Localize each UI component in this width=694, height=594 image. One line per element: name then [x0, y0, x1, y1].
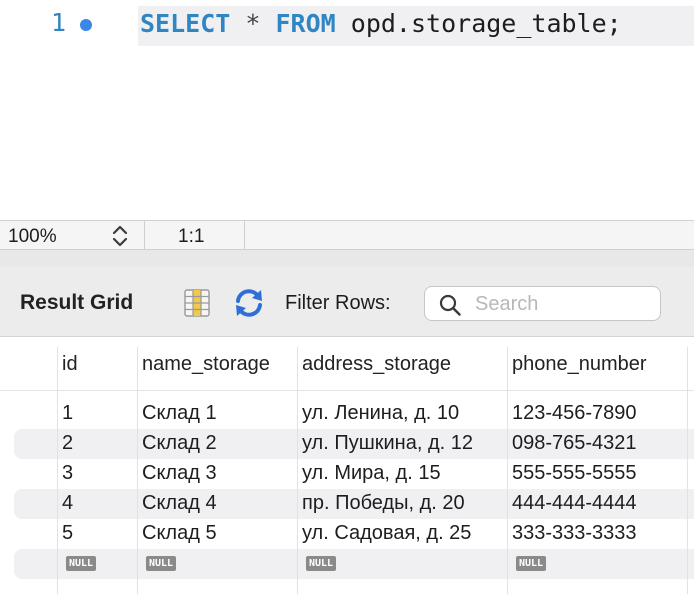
cell-name-storage[interactable]: Склад 1 — [142, 402, 217, 425]
null-badge[interactable]: NULL — [516, 556, 547, 571]
result-grid[interactable]: id name_storage address_storage phone_nu… — [0, 337, 694, 594]
sql-query[interactable]: SELECT * FROM opd.storage_table; — [140, 9, 622, 38]
null-badge[interactable]: NULL — [306, 556, 337, 571]
column-header-name-storage[interactable]: name_storage — [142, 353, 270, 376]
table-row-new[interactable]: NULL NULL NULL NULL — [0, 549, 694, 579]
cell-phone-number[interactable]: 333-333-3333 — [512, 522, 637, 545]
column-header-address-storage[interactable]: address_storage — [302, 353, 451, 376]
cursor-position: 1:1 — [145, 221, 245, 249]
filter-search-input[interactable] — [475, 291, 655, 317]
column-divider[interactable] — [137, 347, 138, 594]
cell-name-storage[interactable]: Склад 2 — [142, 432, 217, 455]
null-badge[interactable]: NULL — [146, 556, 177, 571]
cell-id[interactable]: 4 — [62, 492, 73, 515]
column-header-phone-number[interactable]: phone_number — [512, 353, 647, 376]
column-header-id[interactable]: id — [62, 353, 78, 376]
table-row[interactable]: 3 Склад 3 ул. Мира, д. 15 555-555-5555 — [0, 459, 694, 489]
filter-rows-label: Filter Rows: — [285, 292, 391, 314]
grid-icon[interactable] — [184, 289, 210, 317]
cell-phone-number[interactable]: 098-765-4321 — [512, 432, 637, 455]
cell-id[interactable]: 5 — [62, 522, 73, 545]
chevron-updown-icon[interactable] — [110, 224, 130, 248]
table-identifier: opd.storage_table; — [350, 9, 622, 38]
cell-address-storage[interactable]: ул. Мира, д. 15 — [302, 462, 441, 485]
cell-id[interactable]: 1 — [62, 402, 73, 425]
column-divider[interactable] — [57, 347, 58, 594]
cell-name-storage[interactable]: Склад 4 — [142, 492, 217, 515]
result-grid-tab[interactable]: Result Grid — [20, 291, 133, 315]
cell-id[interactable]: 3 — [62, 462, 73, 485]
cell-address-storage[interactable]: ул. Ленина, д. 10 — [302, 402, 459, 425]
column-divider[interactable] — [507, 347, 508, 594]
refresh-icon[interactable] — [232, 287, 266, 319]
cell-address-storage[interactable]: ул. Пушкина, д. 12 — [302, 432, 473, 455]
filter-search-box[interactable] — [424, 286, 661, 321]
null-badge[interactable]: NULL — [66, 556, 97, 571]
table-row[interactable]: 1 Склад 1 ул. Ленина, д. 10 123-456-7890 — [0, 399, 694, 429]
search-icon — [439, 294, 461, 316]
column-divider[interactable] — [687, 347, 688, 594]
editor-status-bar: 100% 1:1 — [0, 220, 694, 250]
sql-editor[interactable]: 1 SELECT * FROM opd.storage_table; — [0, 0, 694, 220]
table-row[interactable]: 5 Склад 5 ул. Садовая, д. 25 333-333-333… — [0, 519, 694, 549]
row-stripe — [14, 549, 694, 579]
star-operator: * — [245, 9, 261, 38]
zoom-selector[interactable]: 100% — [0, 221, 145, 249]
zoom-value: 100% — [8, 226, 57, 247]
cell-phone-number[interactable]: 444-444-4444 — [512, 492, 637, 515]
cell-name-storage[interactable]: Склад 5 — [142, 522, 217, 545]
cell-id[interactable]: 2 — [62, 432, 73, 455]
grid-header: id name_storage address_storage phone_nu… — [0, 337, 694, 391]
breakpoint-dot-icon[interactable] — [80, 19, 92, 31]
cell-name-storage[interactable]: Склад 3 — [142, 462, 217, 485]
cell-address-storage[interactable]: пр. Победы, д. 20 — [302, 492, 465, 515]
table-row[interactable]: 2 Склад 2 ул. Пушкина, д. 12 098-765-432… — [0, 429, 694, 459]
panel-splitter[interactable] — [0, 250, 694, 267]
cursor-position-value: 1:1 — [178, 226, 205, 247]
keyword-from: FROM — [275, 9, 336, 38]
cell-phone-number[interactable]: 123-456-7890 — [512, 402, 637, 425]
keyword-select: SELECT — [140, 9, 231, 38]
cell-phone-number[interactable]: 555-555-5555 — [512, 462, 637, 485]
line-number: 1 — [50, 8, 66, 37]
result-toolbar: Result Grid Filter Rows: — [0, 267, 694, 337]
code-line-1[interactable]: 1 SELECT * FROM opd.storage_table; — [0, 6, 694, 46]
cell-address-storage[interactable]: ул. Садовая, д. 25 — [302, 522, 471, 545]
table-row[interactable]: 4 Склад 4 пр. Победы, д. 20 444-444-4444 — [0, 489, 694, 519]
column-divider[interactable] — [297, 347, 298, 594]
